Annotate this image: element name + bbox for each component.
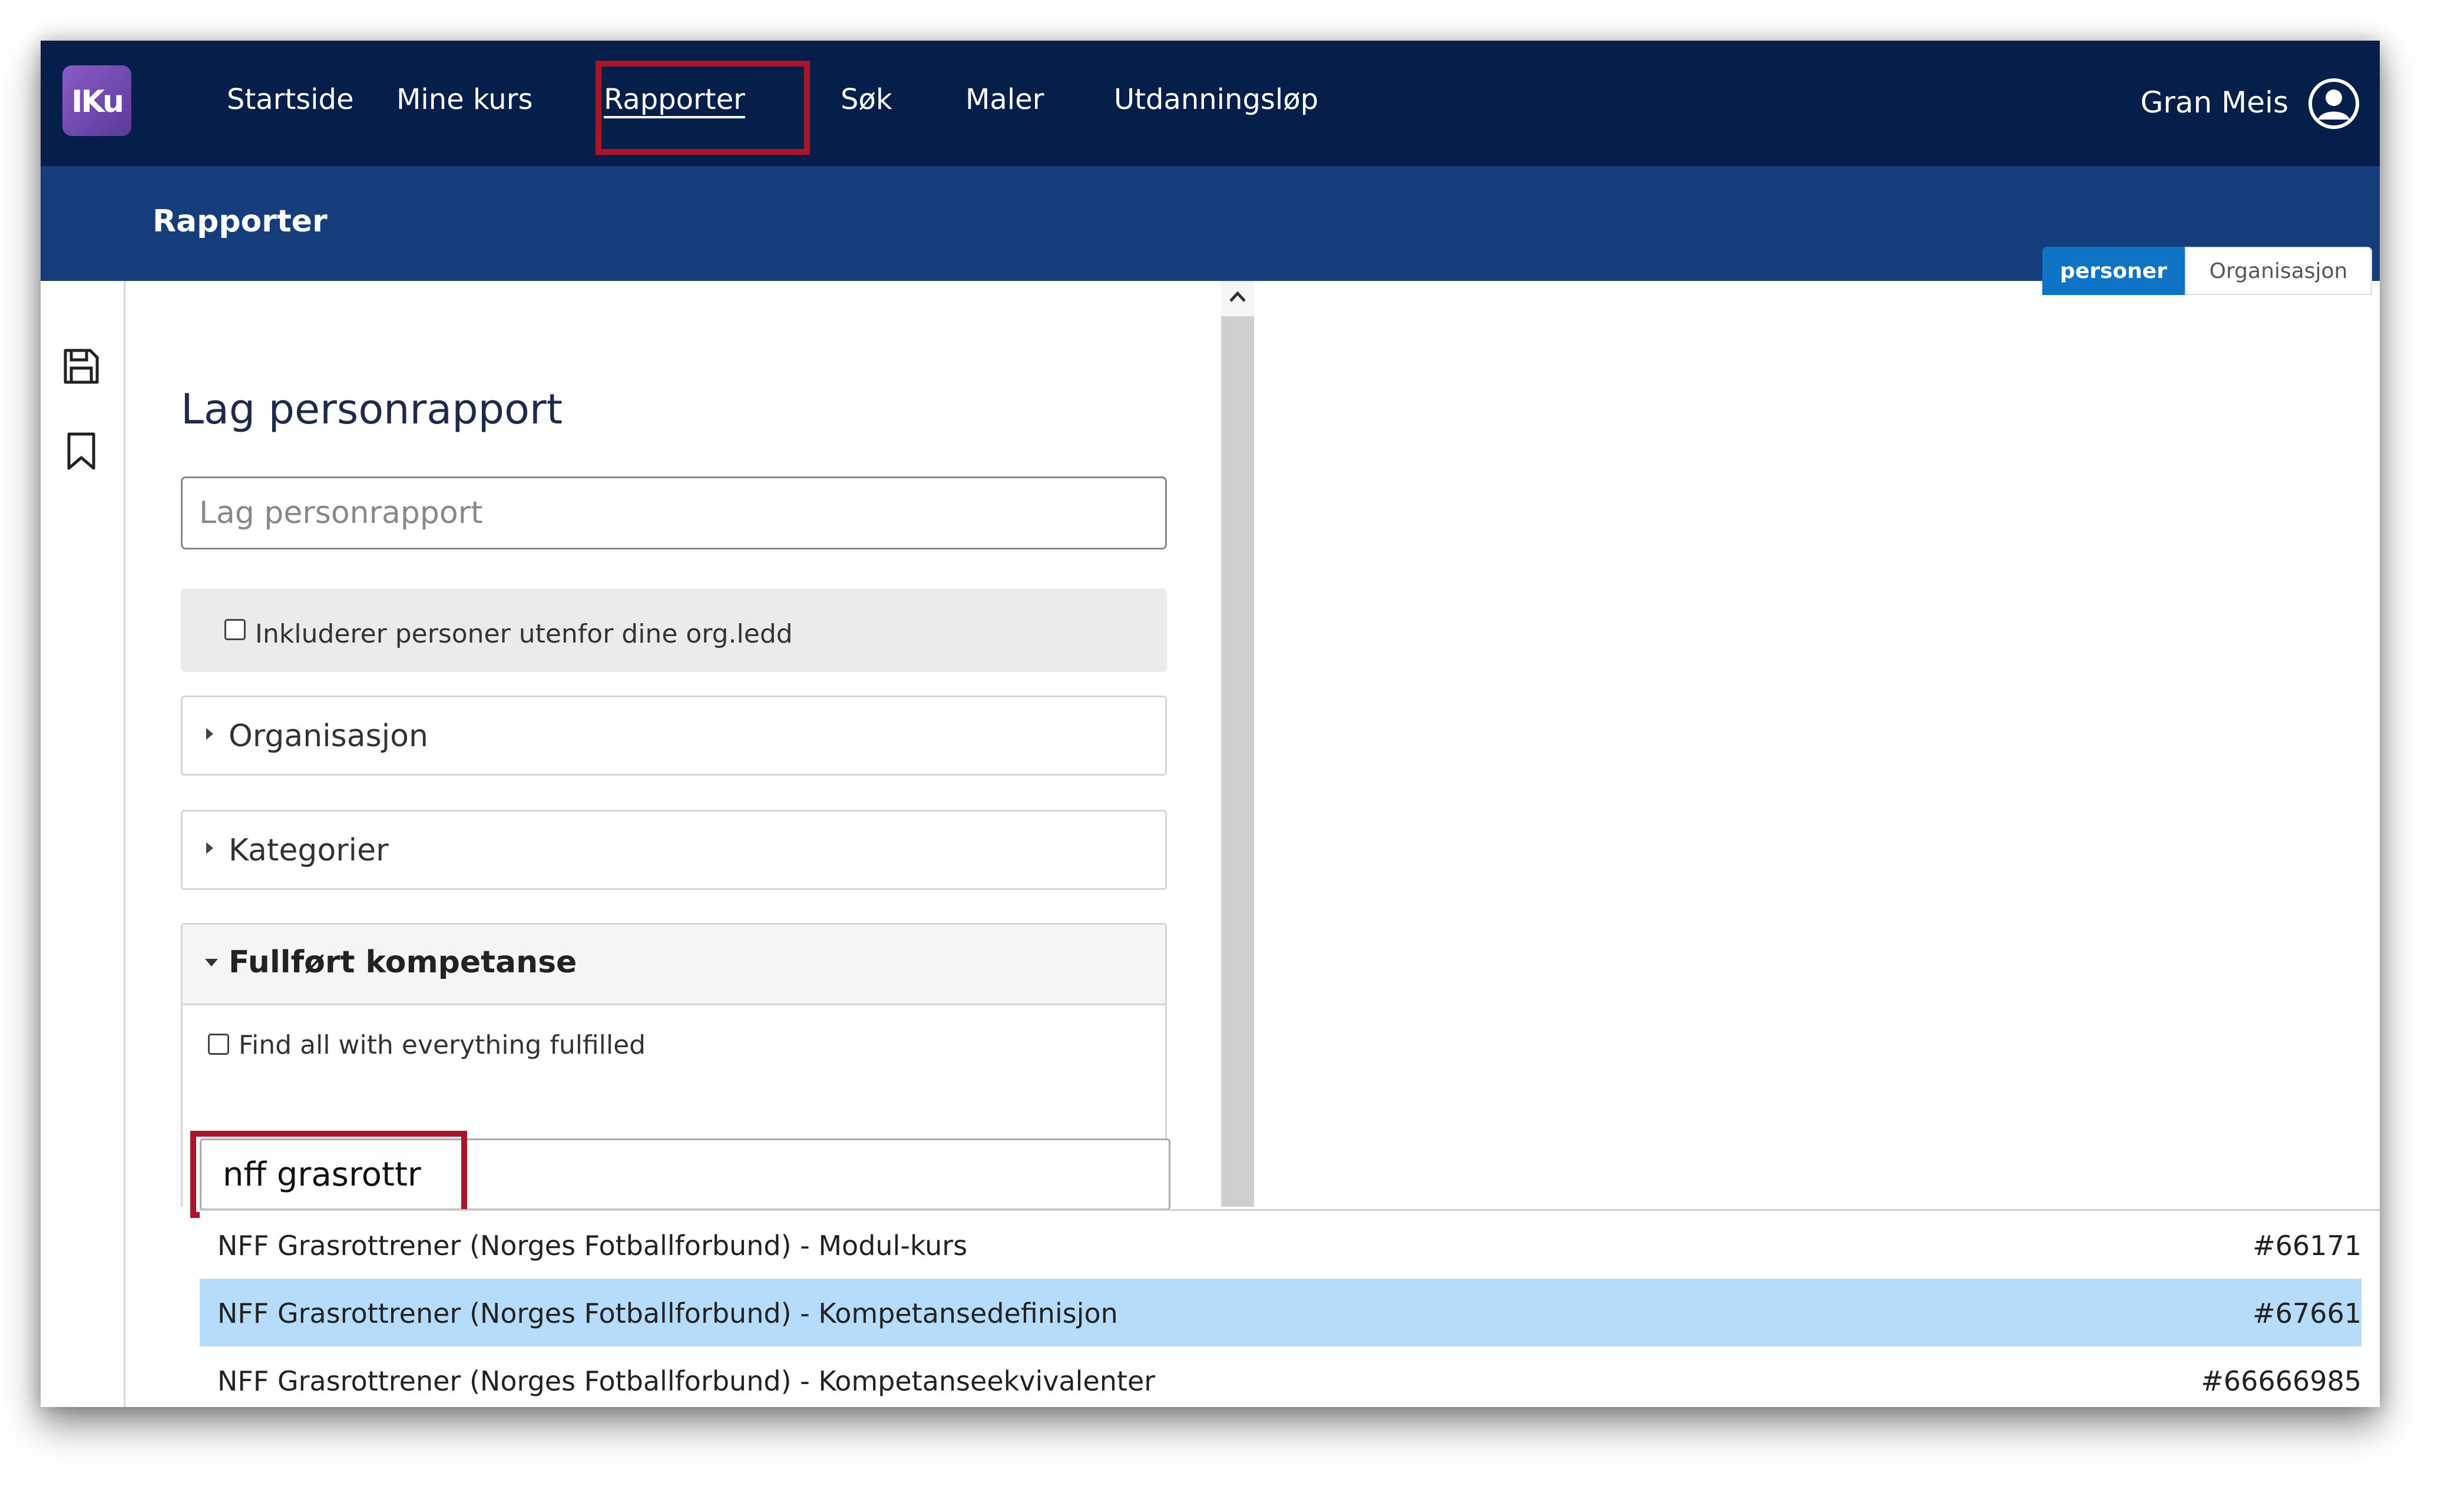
find-all-label: Find all with everything fulfilled bbox=[239, 1030, 646, 1060]
dropdown-option[interactable]: NFF Grasrottrener (Norges Fotballforbund… bbox=[200, 1346, 2362, 1407]
accordion-label: Organisasjon bbox=[229, 719, 428, 754]
autocomplete-dropdown: NFF Grasrottrener (Norges Fotballforbund… bbox=[200, 1209, 2380, 1407]
page-header-bar: Rapporter personer Organisasjon bbox=[41, 166, 2380, 295]
nav-sok[interactable]: Søk bbox=[841, 83, 892, 116]
accordion-label: Fullført kompetanse bbox=[229, 945, 577, 980]
highlight-box-rapporter bbox=[596, 61, 810, 155]
dropdown-option-highlighted[interactable]: NFF Grasrottrener (Norges Fotballforbund… bbox=[200, 1279, 2362, 1346]
logo[interactable]: IKu bbox=[62, 65, 131, 136]
user-avatar-icon[interactable] bbox=[2307, 77, 2360, 130]
segment-personer[interactable]: personer bbox=[2042, 247, 2185, 295]
caret-right-icon bbox=[206, 842, 213, 854]
caret-right-icon bbox=[206, 728, 213, 740]
app-window: IKu Startside Mine kurs Rapporter Søk Ma… bbox=[41, 41, 2380, 1407]
highlight-box-search bbox=[190, 1131, 467, 1218]
nav-maler[interactable]: Maler bbox=[965, 83, 1044, 116]
sidebar bbox=[41, 281, 125, 1407]
nav-utdanningslop[interactable]: Utdanningsløp bbox=[1114, 83, 1318, 116]
find-all-checkbox[interactable] bbox=[208, 1034, 229, 1055]
page-title: Rapporter bbox=[153, 204, 328, 239]
accordion-header[interactable]: Fullført kompetanse bbox=[183, 925, 1165, 1005]
caret-down-icon bbox=[205, 959, 218, 966]
dropdown-option[interactable]: NFF Grasrottrener (Norges Fotballforbund… bbox=[200, 1211, 2362, 1279]
bookmark-icon[interactable] bbox=[62, 432, 101, 471]
report-name-input[interactable] bbox=[181, 476, 1167, 549]
form-title: Lag personrapport bbox=[181, 385, 563, 433]
vertical-scrollbar[interactable] bbox=[1221, 281, 1254, 1207]
accordion-organisasjon[interactable]: Organisasjon bbox=[181, 696, 1167, 776]
user-name[interactable]: Gran Meis bbox=[2141, 85, 2288, 120]
nav-startside[interactable]: Startside bbox=[227, 83, 354, 116]
accordion-kategorier[interactable]: Kategorier bbox=[181, 810, 1167, 890]
top-navigation: IKu Startside Mine kurs Rapporter Søk Ma… bbox=[41, 41, 2380, 166]
save-icon[interactable] bbox=[62, 347, 101, 386]
segment-organisasjon[interactable]: Organisasjon bbox=[2185, 247, 2372, 295]
include-outside-checkbox[interactable] bbox=[224, 619, 246, 640]
include-outside-label: Inkluderer personer utenfor dine org.led… bbox=[255, 619, 793, 649]
accordion-label: Kategorier bbox=[229, 833, 389, 868]
nav-mine-kurs[interactable]: Mine kurs bbox=[396, 83, 533, 116]
chevron-up-icon[interactable] bbox=[1227, 288, 1248, 306]
